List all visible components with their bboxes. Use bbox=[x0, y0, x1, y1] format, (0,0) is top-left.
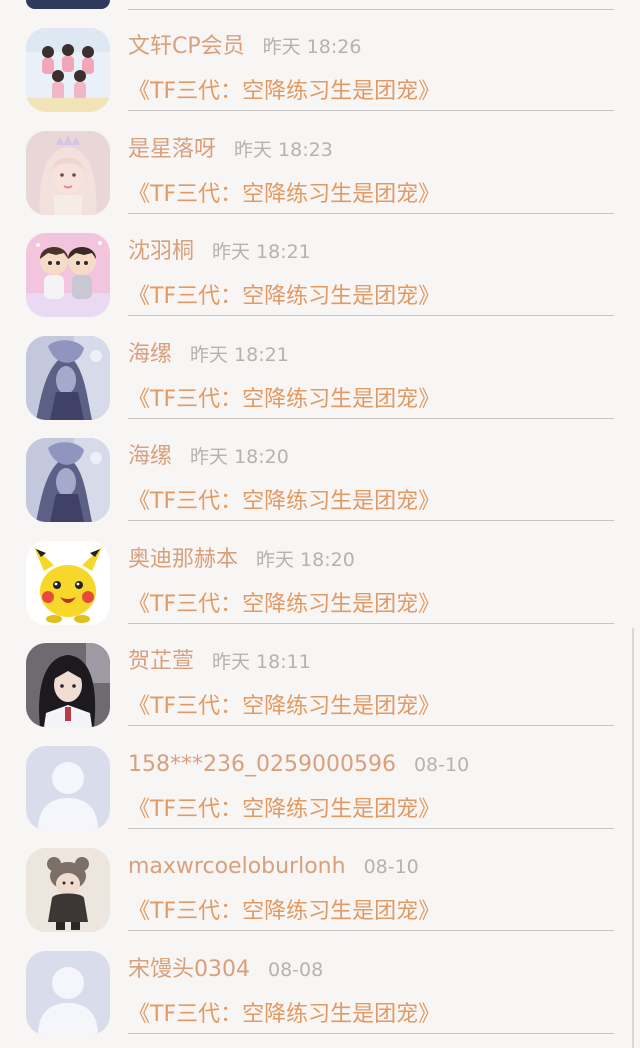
timestamp: 08-10 bbox=[413, 753, 470, 776]
scrollbar[interactable] bbox=[632, 628, 634, 1048]
name-line: 海缧 昨天 18:21 bbox=[128, 340, 289, 372]
timestamp: 昨天 18:21 bbox=[190, 343, 289, 366]
timestamp: 昨天 18:23 bbox=[234, 138, 333, 161]
timestamp: 08-10 bbox=[363, 856, 419, 878]
default-user-icon bbox=[26, 950, 110, 1035]
list-item[interactable]: 海缧 昨天 18:20 《TF三代：空降练习生是团宠》 bbox=[0, 395, 640, 522]
list-item[interactable]: 海缧 昨天 18:21 《TF三代：空降练习生是团宠》 bbox=[0, 293, 640, 420]
name-line: 奥迪那赫本 昨天 18:20 bbox=[128, 545, 355, 577]
timestamp: 昨天 18:26 bbox=[262, 36, 362, 58]
name-line: 是星落呀 昨天 18:23 bbox=[128, 135, 333, 167]
user-name[interactable]: 158***236_0259000596 bbox=[128, 750, 396, 780]
user-name[interactable]: 贺芷萱 bbox=[128, 647, 194, 677]
list-item[interactable]: 沈羽桐 昨天 18:21 《TF三代：空降练习生是团宠》 bbox=[0, 190, 640, 317]
name-line: 海缧 昨天 18:20 bbox=[128, 442, 289, 474]
user-name[interactable]: 沈羽桐 bbox=[128, 237, 194, 267]
name-line: 宋馒头0304 08-08 bbox=[128, 955, 323, 987]
list-item[interactable]: 奥迪那赫本 昨天 18:20 《TF三代：空降练习生是团宠》 bbox=[0, 498, 640, 625]
user-name[interactable]: 海缧 bbox=[128, 340, 172, 370]
timestamp: 昨天 18:20 bbox=[256, 548, 355, 571]
user-name[interactable]: 海缧 bbox=[128, 442, 172, 472]
timestamp: 昨天 18:20 bbox=[190, 446, 289, 468]
book-title[interactable]: 《TF三代：空降练习生是团宠》 bbox=[128, 1000, 440, 1030]
name-line: 沈羽桐 昨天 18:21 bbox=[128, 237, 311, 269]
name-line: maxwrcoeloburlonh 08-10 bbox=[128, 852, 419, 884]
list-item[interactable]: 宋馒头0304 08-08 《TF三代：空降练习生是团宠》 bbox=[0, 908, 640, 1035]
name-line: 贺芷萱 昨天 18:11 bbox=[128, 647, 311, 679]
user-name[interactable]: maxwrcoeloburlonh bbox=[128, 852, 346, 882]
timestamp: 昨天 18:11 bbox=[212, 651, 311, 673]
list-item[interactable]: 158***236_0259000596 08-10 《TF三代：空降练习生是团… bbox=[0, 703, 640, 830]
name-line: 文轩CP会员 昨天 18:26 bbox=[128, 32, 361, 64]
user-name[interactable]: 宋馒头0304 bbox=[128, 955, 250, 985]
list-item[interactable]: 是星落呀 昨天 18:23 《TF三代：空降练习生是团宠》 bbox=[0, 88, 640, 215]
user-name[interactable]: 文轩CP会员 bbox=[128, 32, 245, 62]
user-name[interactable]: 奥迪那赫本 bbox=[128, 545, 238, 575]
name-line: 158***236_0259000596 08-10 bbox=[128, 750, 469, 782]
divider bbox=[128, 1032, 614, 1034]
list-item[interactable]: 贺芷萱 昨天 18:11 《TF三代：空降练习生是团宠》 bbox=[0, 600, 640, 727]
timestamp: 08-08 bbox=[268, 958, 324, 981]
list-item[interactable]: 文轩CP会员 昨天 18:26 《TF三代：空降练习生是团宠》 bbox=[0, 0, 640, 112]
user-name[interactable]: 是星落呀 bbox=[128, 135, 216, 165]
timestamp: 昨天 18:21 bbox=[212, 241, 311, 263]
comment-list: 文轩CP会员 昨天 18:26 《TF三代：空降练习生是团宠》 是星落呀 昨天 … bbox=[0, 0, 640, 1035]
list-item[interactable]: maxwrcoeloburlonh 08-10 《TF三代：空降练习生是团宠》 bbox=[0, 805, 640, 932]
avatar[interactable] bbox=[26, 950, 110, 1035]
